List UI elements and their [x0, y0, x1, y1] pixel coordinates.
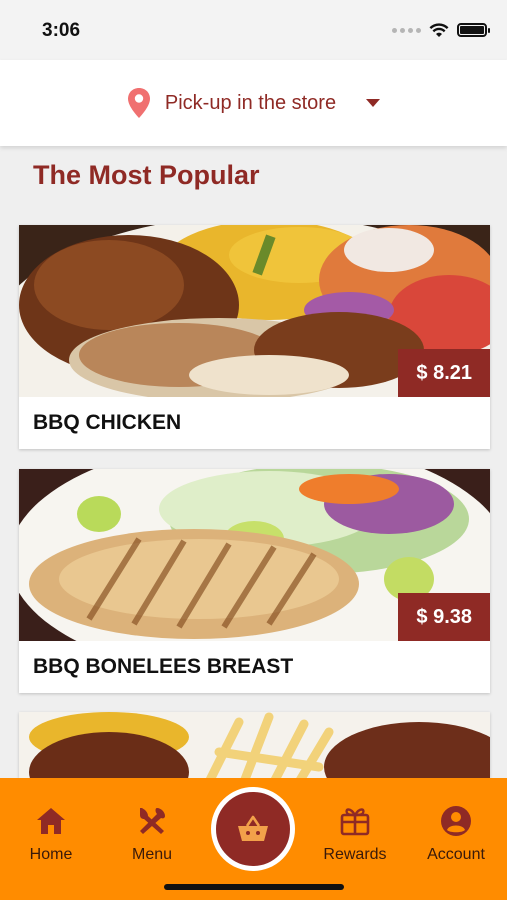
gift-icon: [340, 808, 370, 836]
nav-rewards[interactable]: Rewards: [310, 804, 400, 864]
nav-menu-label: Menu: [131, 846, 173, 863]
nav-menu[interactable]: Menu: [107, 804, 197, 864]
status-icons: [392, 22, 490, 38]
chevron-down-icon: [366, 99, 381, 107]
nav-account[interactable]: Account: [411, 804, 501, 864]
signal-icon: [392, 27, 421, 33]
product-card[interactable]: $ 9.38 BBQ BONELEES BREAST: [19, 469, 490, 693]
nav-account-label: Account: [427, 846, 485, 863]
nav-home[interactable]: Home: [6, 804, 96, 864]
pickup-selector[interactable]: Pick-up in the store: [0, 60, 507, 146]
status-time: 3:06: [42, 20, 81, 41]
home-indicator: [164, 884, 344, 890]
pickup-label: Pick-up in the store: [164, 91, 337, 114]
home-icon: [37, 808, 65, 834]
wifi-icon: [429, 23, 449, 37]
basket-icon: [238, 815, 268, 841]
nav-home-label: Home: [29, 846, 73, 863]
status-bar: 3:06: [0, 0, 507, 60]
price-tag: $ 8.21: [398, 349, 490, 397]
fork-knife-icon: [140, 808, 165, 834]
map-pin-icon: [127, 88, 150, 118]
nav-rewards-label: Rewards: [323, 846, 387, 863]
product-name: BBQ BONELEES BREAST: [33, 655, 294, 678]
price-tag: $ 9.38: [398, 593, 490, 641]
product-card[interactable]: $ 8.21 BBQ CHICKEN: [19, 225, 490, 449]
battery-icon: [457, 23, 490, 37]
product-name: BBQ CHICKEN: [33, 411, 182, 434]
product-image: $ 8.21: [19, 225, 490, 397]
section-title: The Most Popular: [33, 160, 260, 190]
product-image: $ 9.38: [19, 469, 490, 641]
product-card[interactable]: [19, 712, 490, 778]
account-icon: [441, 806, 471, 836]
cart-button[interactable]: [211, 787, 295, 871]
product-image: [19, 712, 490, 778]
